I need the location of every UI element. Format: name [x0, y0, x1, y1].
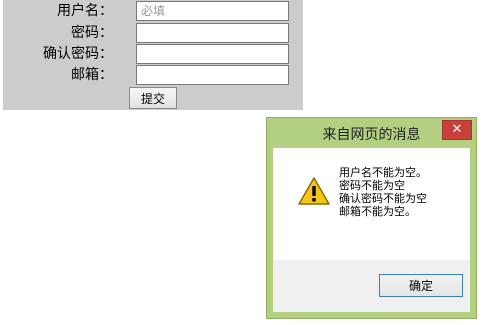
username-label: 用户名： [57, 3, 113, 19]
email-label: 邮箱： [71, 67, 113, 83]
message-line: 密码不能为空 [339, 179, 405, 192]
email-input[interactable] [136, 65, 289, 85]
ok-button[interactable]: 确定 [379, 274, 463, 297]
confirm-password-input[interactable] [136, 44, 289, 64]
password-input[interactable] [136, 23, 289, 43]
password-label: 密码： [71, 25, 113, 41]
close-icon: ✕ [451, 122, 463, 137]
registration-form: 用户名： 密码： 确认密码： 邮箱： 提交 [3, 0, 303, 110]
dialog-body: 用户名不能为空。 密码不能为空 确认密码不能为空 邮箱不能为空。 [273, 148, 470, 260]
message-line: 用户名不能为空。 [339, 166, 427, 179]
confirm-password-label: 确认密码： [43, 46, 113, 62]
dialog-footer: 确定 [273, 260, 470, 312]
submit-button[interactable]: 提交 [129, 87, 177, 109]
warning-icon [298, 177, 330, 205]
message-line: 邮箱不能为空。 [339, 205, 416, 218]
message-line: 确认密码不能为空 [339, 192, 427, 205]
username-input[interactable] [136, 1, 289, 21]
close-button[interactable]: ✕ [442, 120, 472, 140]
alert-dialog: 来自网页的消息 ✕ 用户名不能为空。 密码不能为空 确认密码不能为空 邮箱不能为… [266, 117, 477, 319]
